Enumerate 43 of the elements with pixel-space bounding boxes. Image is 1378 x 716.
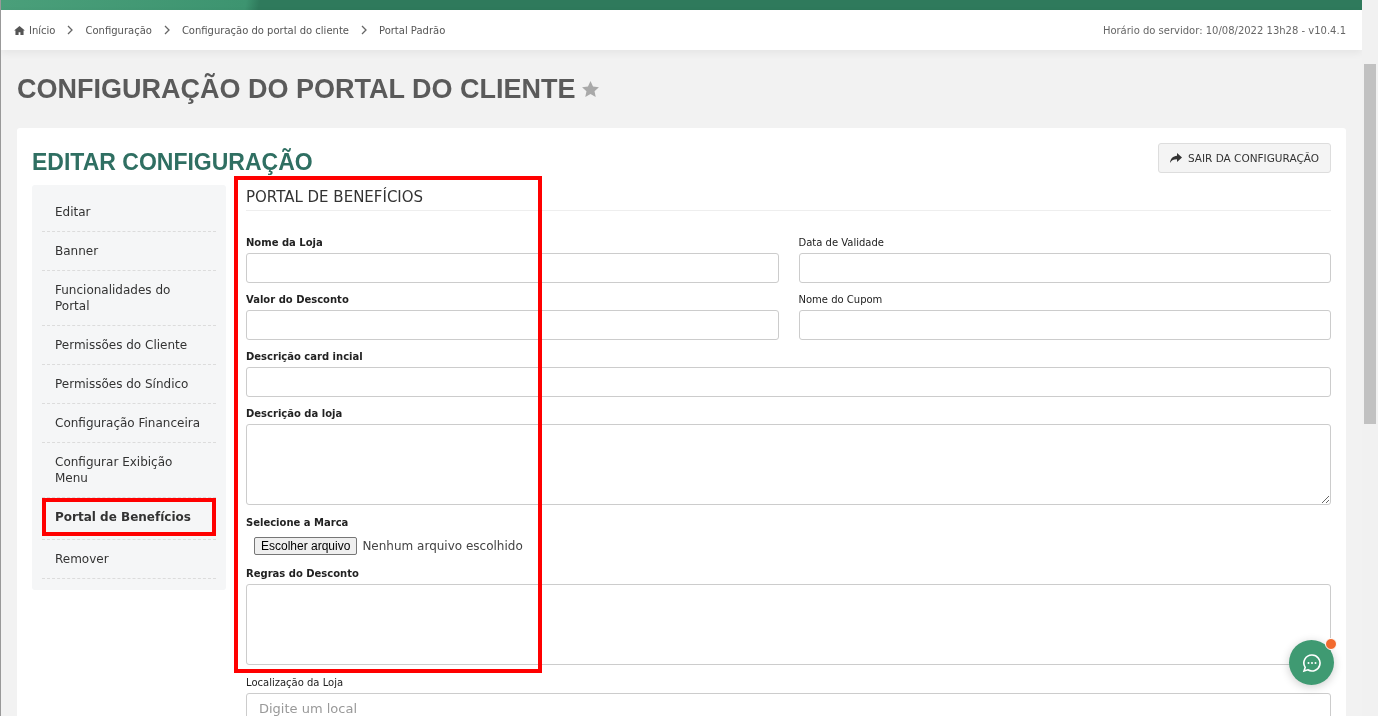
sidebar-item[interactable]: Banner: [42, 232, 216, 270]
breadcrumb-link[interactable]: Configuração: [85, 24, 152, 36]
file-status: Nenhum arquivo escolhido: [362, 539, 523, 553]
share-arrow-icon: [1169, 153, 1182, 163]
field-label: Valor do Desconto: [246, 294, 350, 306]
field-label: Data de Validade: [798, 237, 885, 249]
choose-file-button[interactable]: Escolher arquivo: [254, 537, 358, 555]
sidebar-item[interactable]: Configurar Exibição Menu: [42, 443, 216, 497]
server-time: Horário do servidor: 10/08/2022 13h28 - v10.4.1: [1102, 24, 1346, 36]
field-label: Regras do Desconto: [246, 568, 360, 580]
breadcrumb-link[interactable]: Início: [14, 24, 56, 36]
chevron-icon: [67, 25, 74, 35]
exit-config-button[interactable]: SAIR DA CONFIGURAÇÃO: [1157, 143, 1331, 173]
input-field[interactable]: [798, 310, 1331, 340]
input-field[interactable]: [246, 367, 1331, 397]
input-field[interactable]: [798, 253, 1331, 283]
star-icon[interactable]: [581, 81, 599, 97]
input-field[interactable]: [246, 310, 779, 340]
chat-bubble-icon: [1301, 652, 1322, 673]
text-area[interactable]: [246, 424, 1331, 505]
field-label: Selecione a Marca: [246, 517, 350, 529]
sidebar-item[interactable]: Configuração Financeira: [42, 404, 216, 442]
breadcrumb-link[interactable]: Configuração do portal do cliente: [181, 24, 349, 36]
input-field[interactable]: Digite um local: [246, 693, 1331, 716]
chevron-icon: [360, 25, 367, 35]
sidebar-item[interactable]: Permissões do Síndico: [42, 365, 216, 403]
field-label: Localização da Loja: [246, 677, 345, 689]
input-field[interactable]: [246, 253, 779, 283]
breadcrumb-link[interactable]: Portal Padrão: [378, 24, 446, 36]
sidebar-item[interactable]: Remover: [42, 540, 216, 578]
field-label: Descrição card incial: [246, 351, 364, 363]
card-title: EDITAR CONFIGURAÇÃO: [32, 149, 313, 176]
sidebar-item[interactable]: Funcionalidades do Portal: [42, 271, 216, 325]
sidebar-item[interactable]: Permissões do Cliente: [42, 326, 216, 364]
field-label: Nome da Loja: [246, 237, 324, 249]
sidebar-item[interactable]: Editar: [42, 193, 216, 231]
field-label: Nome do Cupom: [798, 294, 884, 306]
section-title: PORTAL DE BENEFÍCIOS: [246, 188, 1331, 211]
page-title: CONFIGURAÇÃO DO PORTAL DO CLIENTE: [17, 73, 576, 105]
chevron-icon: [163, 25, 170, 35]
field-label: Descrição da loja: [246, 408, 344, 420]
sidebar-item[interactable]: Portal de Benefícios: [42, 498, 216, 536]
text-area[interactable]: [246, 584, 1331, 665]
